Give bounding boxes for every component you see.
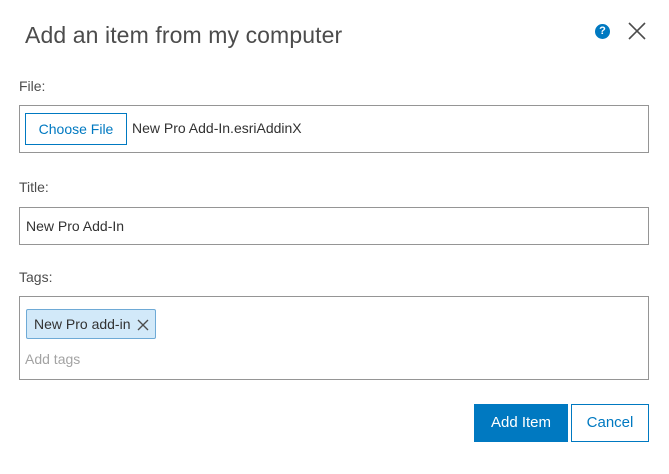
tag-chip: New Pro add-in [26,309,156,339]
remove-tag-icon[interactable] [137,318,149,331]
close-icon[interactable] [626,20,648,42]
tags-input[interactable] [25,347,325,371]
tags-label: Tags: [19,269,53,285]
title-label: Title: [19,179,49,195]
add-item-dialog: Add an item from my computer ? File: Cho… [0,0,669,474]
tags-field[interactable]: New Pro add-in [19,296,649,380]
add-item-button[interactable]: Add Item [474,404,568,442]
cancel-button[interactable]: Cancel [571,404,649,442]
file-picker: Choose File New Pro Add-In.esriAddinX [19,105,649,153]
dialog-title: Add an item from my computer [25,22,343,48]
selected-file-name: New Pro Add-In.esriAddinX [132,120,302,136]
title-input[interactable] [19,207,649,245]
tag-chip-label: New Pro add-in [34,316,131,332]
file-label: File: [19,78,46,94]
choose-file-button[interactable]: Choose File [25,113,127,145]
help-icon[interactable]: ? [595,24,610,39]
